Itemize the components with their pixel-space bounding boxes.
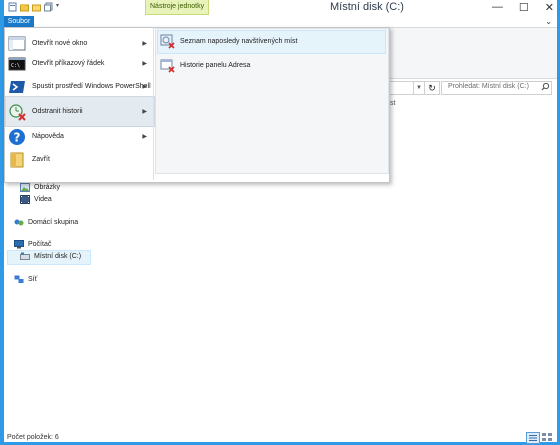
- menu-item-label: Zavřít: [32, 156, 50, 163]
- submenu-item-label: Seznam naposledy navštívených míst: [180, 37, 298, 45]
- title-bar: [0, 0, 560, 16]
- menu-item-label: Nápověda: [32, 133, 64, 140]
- svg-text:C:\: C:\: [11, 63, 20, 69]
- submenu-arrow-icon: ▶: [142, 61, 147, 67]
- videos-icon: [20, 195, 30, 204]
- nav-item-label: Počítač: [28, 241, 52, 248]
- submenu-arrow-icon: ▶: [142, 84, 147, 90]
- nav-item-label: Síť: [28, 276, 38, 283]
- new-folder-icon[interactable]: [20, 2, 29, 12]
- powershell-icon: [9, 80, 25, 93]
- command-prompt-icon: C:\: [8, 57, 26, 70]
- maximize-button[interactable]: ☐: [519, 1, 529, 14]
- submenu-arrow-icon: ▶: [142, 41, 147, 47]
- submenu-arrow-icon: ▶: [142, 134, 147, 140]
- contextual-tab-drive-tools[interactable]: Nástroje jednotky: [145, 0, 210, 15]
- submenu-arrow-icon: ▶: [142, 109, 147, 115]
- refresh-button[interactable]: ↻: [424, 81, 440, 95]
- nav-item-label: Obrázky: [34, 184, 61, 191]
- submenu-item-label: Historie panelu Adresa: [180, 61, 251, 69]
- nav-item-pictures[interactable]: Obrázky: [20, 183, 60, 192]
- minimize-button[interactable]: —: [492, 1, 503, 14]
- menu-item-close[interactable]: Zavřít: [5, 144, 152, 175]
- customize-toolbar-icon[interactable]: ▾: [56, 2, 59, 12]
- submenu-item-recent-places[interactable]: Seznam naposledy navštívených míst: [158, 30, 384, 52]
- menu-item-label: Otevřít nové okno: [32, 40, 88, 47]
- window-controls: — ☐ ✕: [492, 1, 554, 14]
- svg-text:?: ?: [14, 130, 21, 144]
- ribbon-collapse-icon[interactable]: ⌄: [545, 17, 552, 26]
- menu-item-label: Odstranit historii: [32, 108, 83, 115]
- address-dropdown-icon[interactable]: ▼: [413, 81, 424, 95]
- pictures-icon: [20, 183, 30, 192]
- close-button[interactable]: ✕: [545, 1, 554, 14]
- column-header-fragment: st: [390, 100, 396, 107]
- menu-item-label: Spustit prostředí Windows PowerShell: [32, 83, 151, 90]
- folder-icon[interactable]: [32, 2, 41, 12]
- menu-divider: [153, 28, 154, 180]
- nav-item-label: Místní disk (C:): [34, 253, 82, 260]
- large-icons-view-icon[interactable]: [541, 432, 553, 442]
- details-view-icon[interactable]: [526, 432, 540, 444]
- nav-item-network[interactable]: Síť: [14, 275, 37, 284]
- local-disk-icon: [20, 252, 30, 260]
- copy-icon[interactable]: [44, 2, 53, 12]
- help-icon: ?: [9, 128, 25, 145]
- address-history-icon: [160, 59, 175, 73]
- computer-icon: [14, 240, 24, 249]
- nav-item-computer[interactable]: Počítač: [14, 240, 51, 249]
- quick-access-toolbar: ▾: [8, 2, 59, 12]
- search-icon[interactable]: [541, 82, 550, 91]
- nav-item-label: Domácí skupina: [28, 219, 79, 226]
- address-bar[interactable]: [386, 81, 414, 95]
- menu-item-label: Otevřít příkazový řádek: [32, 60, 105, 67]
- window-title: Místní disk (C:): [330, 1, 404, 13]
- network-icon: [14, 275, 24, 283]
- nav-item-videos[interactable]: Videa: [20, 195, 52, 204]
- nav-item-homegroup[interactable]: Domácí skupina: [14, 218, 78, 227]
- properties-icon[interactable]: [8, 2, 17, 12]
- nav-item-label: Videa: [34, 196, 52, 203]
- clear-history-icon: [9, 103, 26, 121]
- submenu-item-address-history[interactable]: Historie panelu Adresa: [158, 54, 384, 76]
- status-item-count: Počet položek: 6: [7, 434, 59, 441]
- nav-item-local-disk[interactable]: Místní disk (C:): [20, 252, 81, 261]
- close-folder-icon: [10, 152, 24, 167]
- homegroup-icon: [14, 219, 24, 226]
- search-placeholder: Prohledat: Místní disk (C:): [448, 83, 529, 90]
- recent-places-icon: [160, 34, 175, 49]
